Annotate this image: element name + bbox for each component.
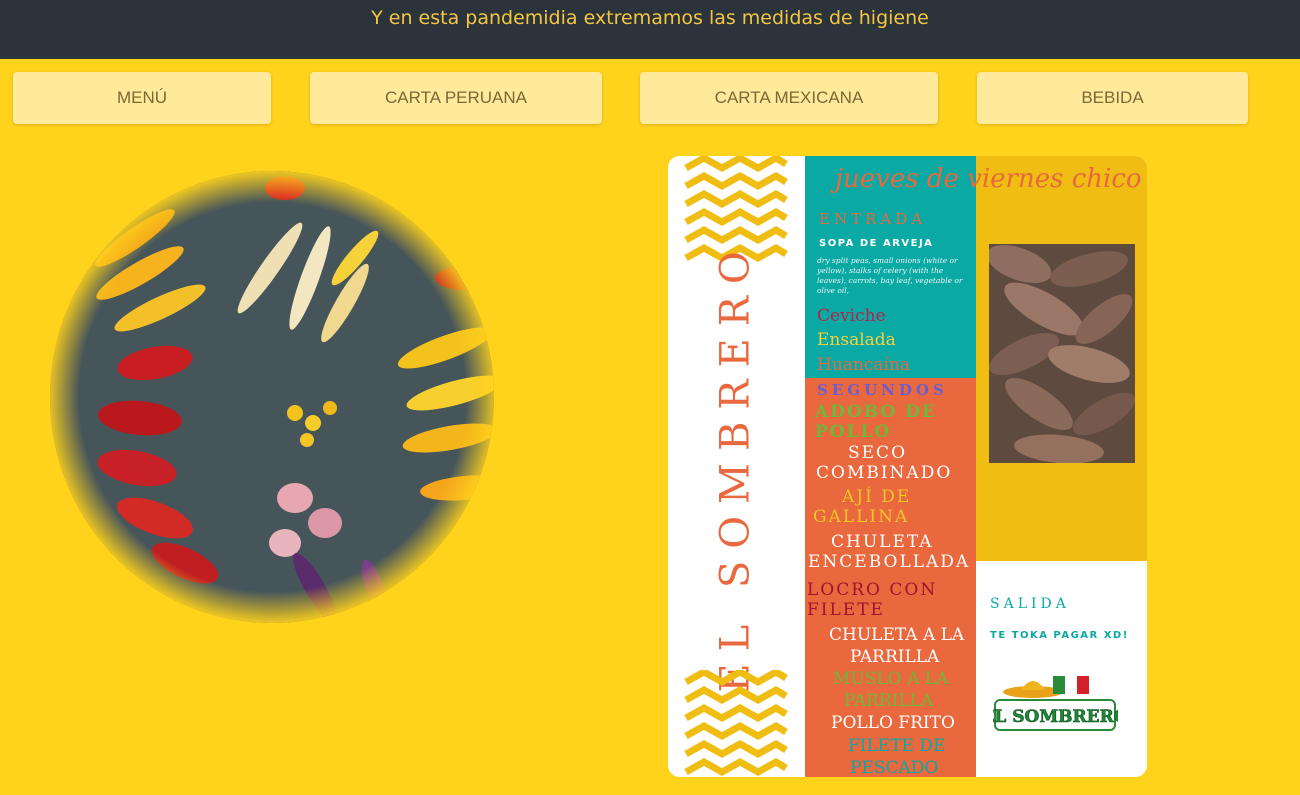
script-title: jueves de viernes chico bbox=[835, 164, 1142, 194]
salida-panel bbox=[976, 561, 1147, 777]
item-muslo-line2: PARRILLA bbox=[844, 691, 934, 711]
item-chuleta-line1: CHULETA bbox=[831, 532, 934, 552]
salida-heading: SALIDA bbox=[990, 596, 1070, 612]
banner-message: Y en esta pandemidia extremamos las medi… bbox=[371, 7, 929, 29]
entrada-item-ensalada: Ensalada bbox=[817, 330, 896, 350]
item-seco-line2: COMBINADO bbox=[816, 463, 953, 483]
brand-vertical-title: EL SOMBRERO bbox=[700, 239, 772, 692]
peppers-photo bbox=[45, 168, 500, 626]
item-filete-line1: FILETE DE bbox=[848, 736, 946, 756]
menu-card-left-column: EL SOMBRERO bbox=[668, 156, 805, 777]
sopa-description: dry split peas, small onions (white or y… bbox=[817, 256, 963, 295]
entrada-heading: ENTRADA bbox=[819, 210, 927, 228]
nav-button-carta-peruana[interactable]: CARTA PERUANA bbox=[310, 72, 602, 124]
entrada-item-ceviche: Ceviche bbox=[817, 306, 886, 326]
item-locro-line2: FILETE bbox=[807, 600, 885, 620]
entrada-item-huancaina: Huancaína bbox=[817, 355, 911, 375]
sopa-title: SOPA DE ARVEJA bbox=[819, 238, 934, 249]
brand-vertical-text: EL SOMBRERO bbox=[713, 239, 759, 693]
el-sombrero-logo: EL SOMBRERO bbox=[981, 674, 1129, 738]
menu-card: EL SOMBRERO jueves de viernes chico ENTR… bbox=[668, 156, 1147, 777]
nav-button-menu[interactable]: MENÚ bbox=[13, 72, 271, 124]
segundos-heading: SEGUNDOS bbox=[817, 381, 948, 399]
item-adobo-line1: ADOBO DE bbox=[815, 402, 937, 422]
item-pollo-frito: POLLO FRITO bbox=[831, 713, 955, 733]
item-aji-line2: GALLINA bbox=[813, 507, 910, 527]
item-seco-line1: SECO bbox=[848, 443, 907, 463]
item-aji-line1: AJÍ DE bbox=[842, 487, 912, 507]
item-muslo-line1: MUSLO A LA bbox=[833, 669, 949, 689]
item-locro-line1: LOCRO CON bbox=[807, 580, 938, 600]
salida-text: TE TOKA PAGAR XD! bbox=[990, 630, 1129, 641]
chevron-pattern-bottom bbox=[684, 670, 788, 777]
item-parrilla-line1: CHULETA A LA bbox=[829, 625, 965, 645]
svg-text:EL SOMBRERO: EL SOMBRERO bbox=[993, 707, 1118, 727]
item-filete-line2: PESCADO bbox=[850, 758, 939, 777]
tubers-photo bbox=[989, 244, 1135, 463]
item-parrilla-line2: PARRILLA bbox=[850, 647, 940, 667]
nav-button-carta-mexicana[interactable]: CARTA MEXICANA bbox=[640, 72, 938, 124]
nav-button-bebida[interactable]: BEBIDA bbox=[977, 72, 1248, 124]
item-chuleta-line2: ENCEBOLLADA bbox=[808, 552, 971, 572]
top-banner: Y en esta pandemidia extremamos las medi… bbox=[0, 0, 1300, 59]
item-adobo-line2: POLLO bbox=[815, 422, 892, 442]
